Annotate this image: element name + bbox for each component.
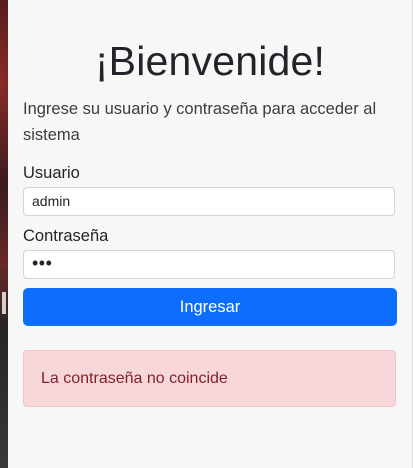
password-input[interactable]: ••• xyxy=(23,250,395,279)
error-message: La contraseña no coincide xyxy=(41,370,228,387)
password-label: Contraseña xyxy=(23,227,109,245)
background-image xyxy=(0,0,8,468)
page-title: ¡Bienvenide! xyxy=(94,38,326,84)
login-screen: ¡Bienvenide! Ingrese su usuario y contra… xyxy=(0,0,413,468)
login-button[interactable]: Ingresar xyxy=(23,288,397,326)
login-instructions: Ingrese su usuario y contraseña para acc… xyxy=(23,100,377,144)
username-label: Usuario xyxy=(23,164,80,182)
error-alert: La contraseña no coincide xyxy=(23,350,396,407)
background-detail xyxy=(2,292,6,314)
username-input[interactable]: admin xyxy=(23,187,395,216)
login-card: ¡Bienvenide! Ingrese su usuario y contra… xyxy=(8,0,413,468)
